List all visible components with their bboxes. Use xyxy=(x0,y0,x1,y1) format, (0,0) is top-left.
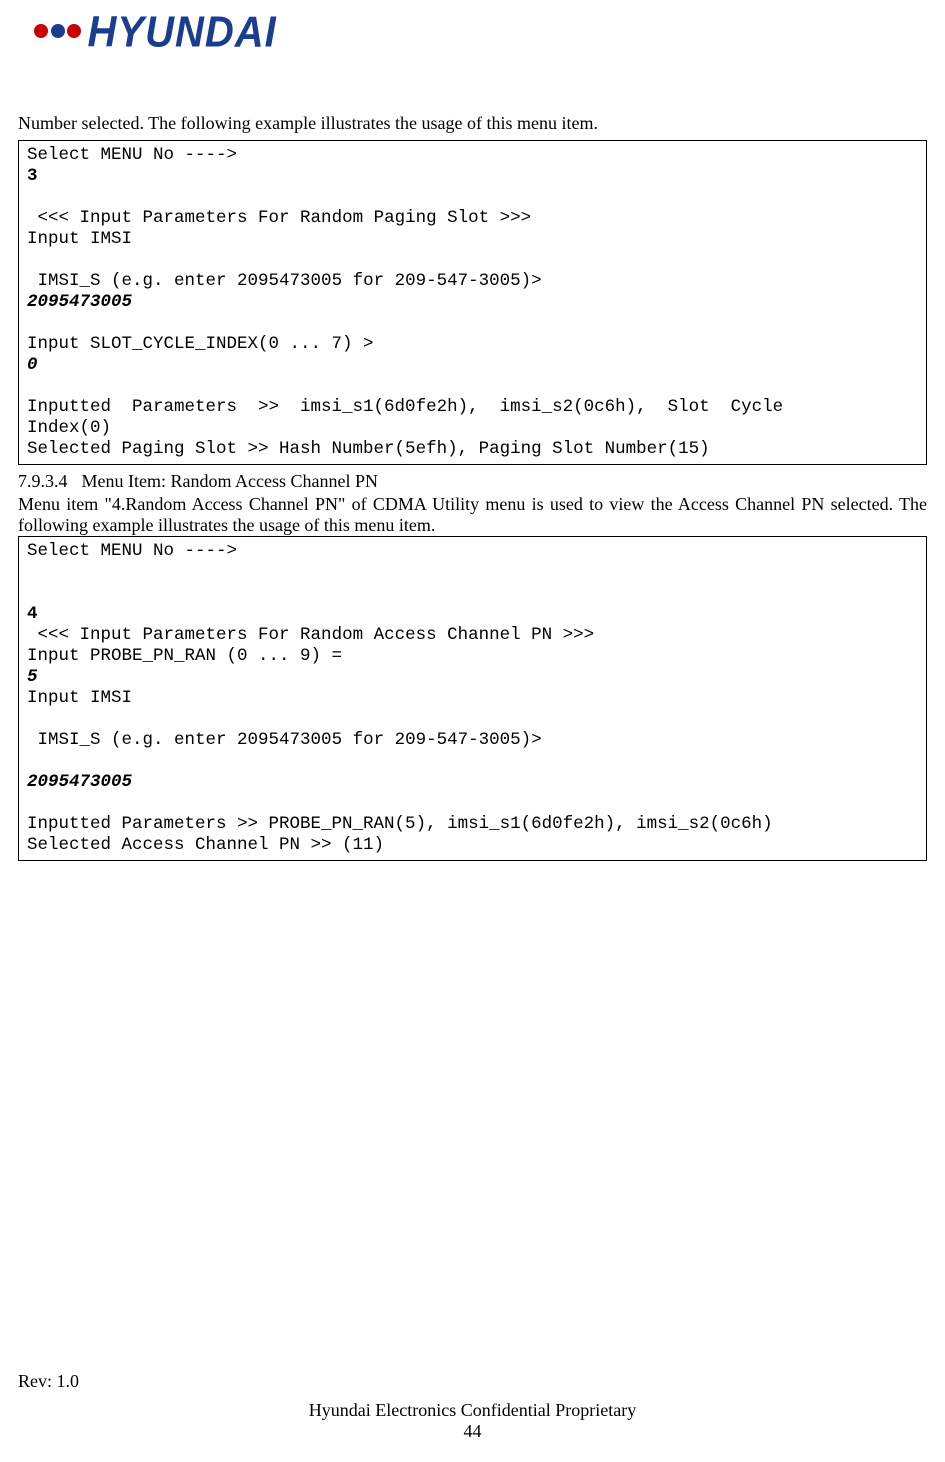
code2-output-1: Inputted Parameters >> PROBE_PN_RAN(5), … xyxy=(27,814,773,834)
code1-imsi-value: 2095473005 xyxy=(27,292,132,312)
code1-slot-value: 0 xyxy=(27,355,38,375)
code1-slot-prompt: Input SLOT_CYCLE_INDEX(0 ... 7) > xyxy=(27,334,374,354)
code2-imsi-prompt: IMSI_S (e.g. enter 2095473005 for 209-54… xyxy=(27,730,542,750)
code2-output-2: Selected Access Channel PN >> (11) xyxy=(27,835,384,855)
logo-dot-red-2 xyxy=(67,24,81,38)
logo-dot-red-1 xyxy=(34,24,48,38)
code1-output-1b: Index(0) xyxy=(27,418,111,438)
section-body: Menu item "4.Random Access Channel PN" o… xyxy=(18,494,927,536)
code2-line1: Select MENU No ----> xyxy=(27,541,237,561)
code1-header: <<< Input Parameters For Random Paging S… xyxy=(27,208,531,228)
code1-input-menu: 3 xyxy=(27,166,38,186)
code2-input-imsi: Input IMSI xyxy=(27,688,132,708)
code1-imsi-prompt: IMSI_S (e.g. enter 2095473005 for 209-54… xyxy=(27,271,542,291)
page-number: 44 xyxy=(18,1421,927,1442)
proprietary-notice: Hyundai Electronics Confidential Proprie… xyxy=(18,1400,927,1421)
logo-dots xyxy=(34,22,79,43)
code2-probe-value: 5 xyxy=(27,667,38,687)
code2-imsi-value: 2095473005 xyxy=(27,772,132,792)
code1-output-2: Selected Paging Slot >> Hash Number(5efh… xyxy=(27,439,710,459)
logo-text: HYUNDAI xyxy=(88,8,277,58)
code1-line1: Select MENU No ----> xyxy=(27,145,237,165)
code2-probe-prompt: Input PROBE_PN_RAN (0 ... 9) = xyxy=(27,646,342,666)
section-heading: 7.9.3.4 Menu Item: Random Access Channel … xyxy=(18,471,927,492)
code1-output-1a: Inputted Parameters >> imsi_s1(6d0fe2h),… xyxy=(27,397,918,418)
intro-paragraph: Number selected. The following example i… xyxy=(18,113,927,134)
section-title: Menu Item: Random Access Channel PN xyxy=(82,471,378,491)
logo-dot-blue xyxy=(51,24,65,38)
code1-input-imsi: Input IMSI xyxy=(27,229,132,249)
code2-input-menu: 4 xyxy=(27,604,38,624)
revision-label: Rev: 1.0 xyxy=(18,1371,927,1392)
hyundai-logo: HYUNDAI xyxy=(34,10,927,55)
code2-header: <<< Input Parameters For Random Access C… xyxy=(27,625,594,645)
code-example-2: Select MENU No ----> 4 <<< Input Paramet… xyxy=(18,536,927,861)
section-number: 7.9.3.4 xyxy=(18,471,68,492)
code-example-1: Select MENU No ----> 3 <<< Input Paramet… xyxy=(18,140,927,465)
page-footer: Rev: 1.0 Hyundai Electronics Confidentia… xyxy=(18,1371,927,1442)
